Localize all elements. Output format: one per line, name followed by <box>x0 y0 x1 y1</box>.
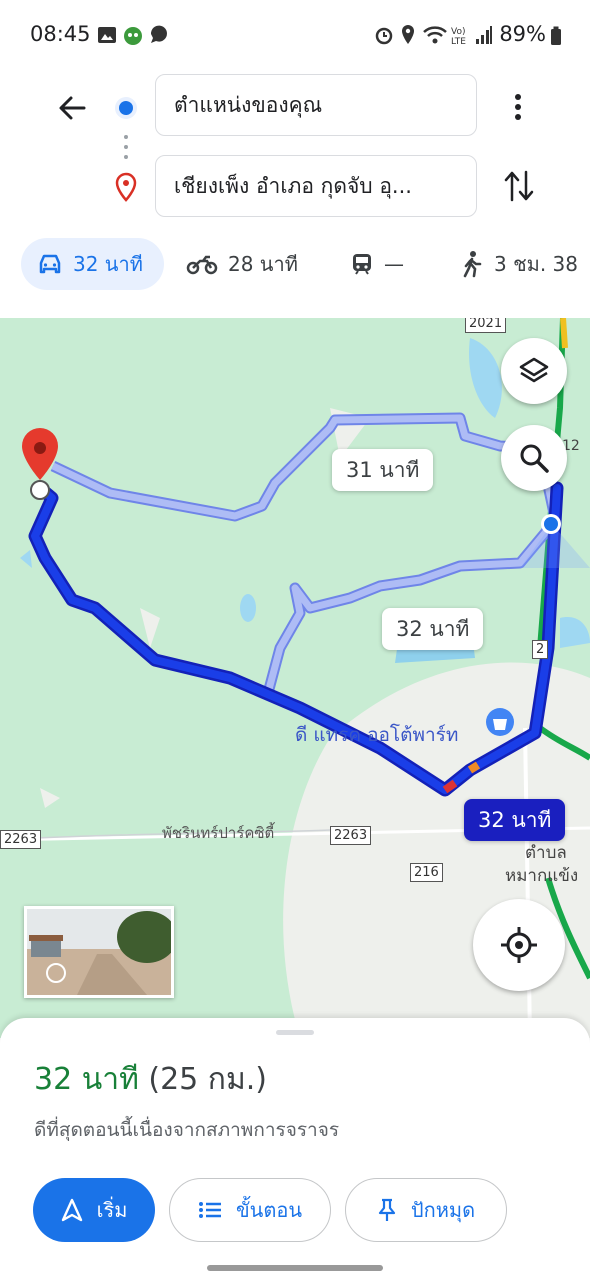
pin-icon <box>378 1198 396 1221</box>
water-body <box>469 338 502 418</box>
destination-marker-base <box>30 480 50 500</box>
list-icon <box>198 1202 221 1218</box>
route-duration: 32 นาที <box>34 1062 139 1097</box>
tab-drive-label: 32 นาที <box>73 252 143 276</box>
svg-text:LTE: LTE <box>451 37 466 45</box>
steps-button-label: ขั้นตอน <box>235 1198 302 1222</box>
gesture-nav-bar[interactable] <box>207 1265 383 1271</box>
search-along-route-button[interactable] <box>501 425 567 491</box>
main-route-duration[interactable]: 32 นาที <box>464 799 566 841</box>
place-label-shop[interactable]: ดี แทรค ออโต้พาร์ท <box>295 720 458 750</box>
drag-handle[interactable] <box>276 1030 314 1035</box>
origin-dot-icon <box>115 97 137 119</box>
tab-walk[interactable]: 3 ชม. 38 <box>460 238 578 290</box>
more-options-icon[interactable] <box>504 90 532 124</box>
tab-walk-label: 3 ชม. 38 <box>494 252 579 276</box>
pin-button-label: ปักหมุด <box>410 1198 476 1222</box>
wifi-icon <box>423 26 447 44</box>
tab-transit-label: — <box>384 252 404 276</box>
battery-icon <box>551 26 561 45</box>
water-body <box>240 594 256 622</box>
alt-route-2-duration[interactable]: 32 นาที <box>382 608 484 650</box>
destination-input[interactable]: เชียงเพ็ง อำเภอ กุดจับ อุ... <box>155 155 477 217</box>
alt-route-1-duration[interactable]: 31 นาที <box>332 449 434 491</box>
route-summary-sheet[interactable]: 32 นาที (25 กม.) ดีที่สุดตอนนี้เนื่องจาก… <box>0 1018 590 1280</box>
my-location-button[interactable] <box>473 899 565 991</box>
water-body <box>20 550 32 568</box>
motorcycle-icon <box>186 255 218 275</box>
road-number: 2263 <box>0 830 42 849</box>
travel-mode-tabs: 32 นาที 28 นาที — 3 ชม. 38 <box>0 238 590 290</box>
search-icon <box>520 444 549 473</box>
tab-drive[interactable]: 32 นาที <box>21 238 164 290</box>
origin-input[interactable]: ตำแหน่งของคุณ <box>155 74 477 136</box>
road-number: 2021 <box>465 318 507 333</box>
battery-percent: 89% <box>499 22 546 46</box>
road-number: 2263 <box>330 826 372 845</box>
layers-button[interactable] <box>501 338 567 404</box>
gallery-icon <box>98 27 116 43</box>
tab-motorcycle-label: 28 นาที <box>228 252 298 276</box>
back-arrow-icon[interactable] <box>56 92 88 124</box>
crosshair-icon <box>501 927 537 963</box>
traffic-segment <box>467 761 481 774</box>
road-number: 216 <box>410 863 443 882</box>
signal-icon <box>476 26 492 44</box>
swap-directions-icon[interactable] <box>502 168 536 204</box>
route-distance: (25 กม.) <box>148 1062 267 1097</box>
route-note: ดีที่สุดตอนนี้เนื่องจากสภาพการจราจร <box>34 1119 340 1141</box>
place-label-subdistrict: หมากแข้ง <box>505 866 579 886</box>
route-connector-dots <box>124 135 128 159</box>
street-view-thumbnail[interactable] <box>24 906 174 998</box>
location-icon <box>402 25 414 44</box>
app-notification-icon <box>124 27 142 45</box>
street-view-image <box>27 909 171 995</box>
pin-button[interactable]: ปักหมุด <box>345 1178 507 1242</box>
chat-bubble-icon <box>150 25 167 43</box>
start-button-label: เริ่ม <box>96 1198 128 1222</box>
tab-transit[interactable]: — <box>350 238 404 290</box>
status-time: 08:45 <box>30 22 91 46</box>
volte-icon: Vo)LTE <box>451 27 466 45</box>
road-number: 2 <box>532 640 549 659</box>
water-body <box>560 617 590 648</box>
steps-button[interactable]: ขั้นตอน <box>169 1178 331 1242</box>
layers-icon <box>519 357 549 383</box>
car-icon <box>39 254 61 274</box>
destination-pin-icon <box>115 172 137 202</box>
route-summary: 32 นาที (25 กม.) <box>34 1056 267 1103</box>
map-view[interactable]: 2021 12 2 2263 2263 216 ดี แทรค ออโต้พาร… <box>0 318 590 1038</box>
place-label-park[interactable]: พัชรินทร์ปาร์คซิตี้ <box>162 821 274 845</box>
transit-icon <box>353 254 371 275</box>
walk-icon <box>463 251 482 278</box>
tab-motorcycle[interactable]: 28 นาที <box>186 238 298 290</box>
status-bar: 08:45 Vo) LTE 89% <box>0 0 590 70</box>
start-button[interactable]: เริ่ม <box>33 1178 155 1242</box>
svg-text:Vo): Vo) <box>451 27 465 37</box>
navigation-arrow-icon <box>61 1198 82 1222</box>
alt-route-outline <box>50 412 561 695</box>
alarm-icon <box>375 27 393 45</box>
